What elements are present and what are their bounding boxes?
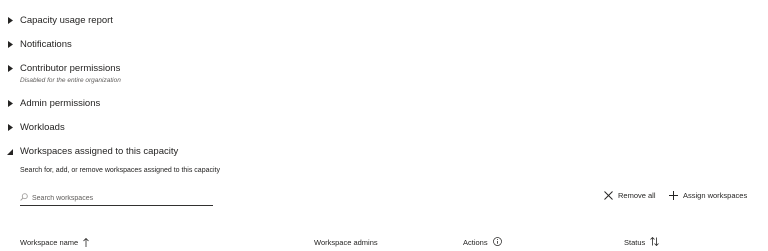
section-title[interactable]: Notifications — [20, 38, 72, 51]
caret-right-icon[interactable] — [0, 14, 20, 24]
column-header-status[interactable]: Status — [624, 236, 660, 247]
section-title[interactable]: Contributor permissions — [20, 62, 121, 75]
section-contributor-permissions[interactable]: Contributor permissions Disabled for the… — [0, 62, 121, 85]
sort-up-icon[interactable] — [83, 238, 90, 247]
caret-right-icon[interactable] — [0, 97, 20, 107]
caret-right-icon[interactable] — [0, 38, 20, 48]
section-admin-permissions[interactable]: Admin permissions — [0, 97, 100, 110]
close-icon — [604, 191, 613, 200]
section-notifications[interactable]: Notifications — [0, 38, 72, 51]
section-title[interactable]: Capacity usage report — [20, 14, 113, 27]
remove-all-label: Remove all — [618, 191, 656, 200]
sort-both-icon[interactable] — [650, 236, 660, 246]
caret-right-icon[interactable] — [0, 62, 20, 72]
column-label: Actions — [463, 238, 488, 247]
section-title[interactable]: Workloads — [20, 121, 65, 134]
plus-icon — [669, 191, 678, 200]
workspaces-description: Search for, add, or remove workspaces as… — [20, 167, 220, 174]
assign-workspaces-button[interactable]: Assign workspaces — [669, 191, 747, 200]
column-header-actions: Actions — [463, 236, 502, 247]
search-box[interactable] — [20, 192, 213, 206]
caret-right-icon[interactable] — [0, 121, 20, 131]
column-label: Status — [624, 238, 646, 247]
section-workspaces-assigned[interactable]: Workspaces assigned to this capacity — [0, 145, 178, 158]
section-title[interactable]: Workspaces assigned to this capacity — [20, 145, 178, 158]
section-capacity-usage-report[interactable]: Capacity usage report — [0, 14, 113, 27]
column-label: Workspace admins — [314, 238, 378, 247]
column-label: Workspace name — [20, 238, 79, 247]
section-title[interactable]: Admin permissions — [20, 97, 100, 110]
section-workloads[interactable]: Workloads — [0, 121, 65, 134]
remove-all-button[interactable]: Remove all — [604, 191, 656, 200]
assign-workspaces-label: Assign workspaces — [683, 191, 748, 200]
section-subtitle: Disabled for the entire organization — [20, 77, 121, 84]
caret-down-icon[interactable] — [0, 145, 20, 155]
search-icon — [20, 193, 28, 201]
info-icon[interactable] — [492, 236, 502, 246]
column-header-workspace-admins: Workspace admins — [314, 238, 378, 247]
column-header-workspace-name[interactable]: Workspace name — [20, 238, 90, 247]
search-input[interactable] — [28, 195, 202, 202]
